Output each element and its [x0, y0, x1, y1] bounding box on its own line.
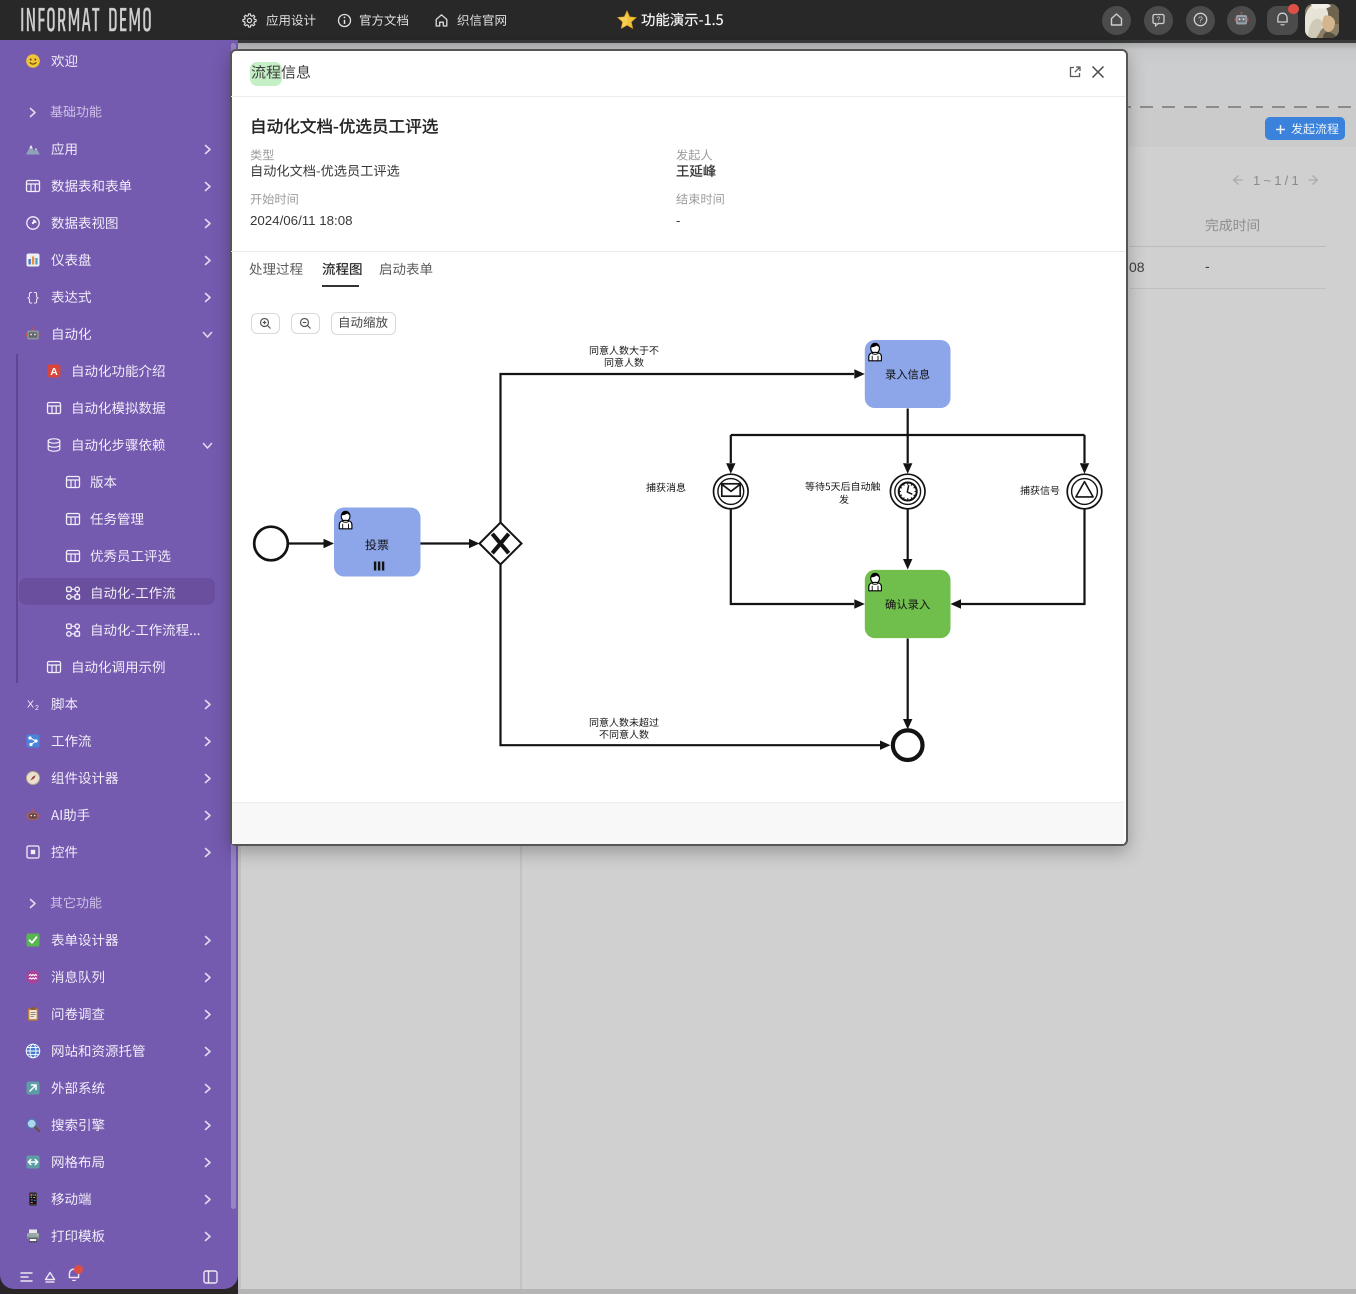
- svg-text:2: 2: [35, 705, 39, 712]
- svg-text:A: A: [50, 366, 58, 378]
- svg-text:{}: {}: [26, 292, 40, 305]
- svg-text:?: ?: [1198, 15, 1203, 25]
- svg-text:?: ?: [1157, 17, 1161, 24]
- svg-text:X: X: [27, 699, 34, 711]
